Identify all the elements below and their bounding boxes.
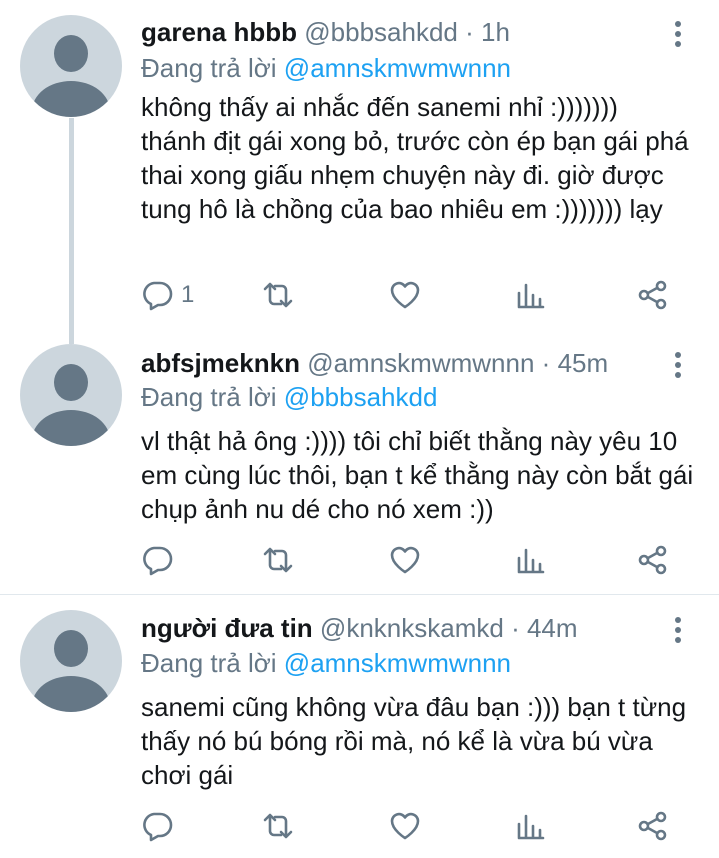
like-button[interactable] <box>389 808 421 844</box>
analytics-icon <box>517 283 545 309</box>
analytics-button[interactable] <box>515 277 547 313</box>
avatar-head-shape <box>54 630 88 667</box>
reply-icon <box>143 281 173 311</box>
tweet-header: người đưa tin @knknkskamkd · 44m <box>141 611 578 645</box>
separator-dot: · <box>511 613 520 643</box>
analytics-icon <box>517 548 545 574</box>
display-name[interactable]: người đưa tin <box>141 613 313 643</box>
separator-dot: · <box>465 17 474 47</box>
tweet-header: garena hbbb @bbbsahkdd · 1h <box>141 15 510 49</box>
avatar-body-shape <box>32 81 110 117</box>
tweet-header: abfsjmeknkn @amnskmwmwnnn · 45m <box>141 346 608 380</box>
reply-icon <box>143 546 173 576</box>
replying-mention[interactable]: @amnskmwmwnnn <box>284 648 511 678</box>
more-icon[interactable] <box>666 19 690 49</box>
tweet-1[interactable]: garena hbbb @bbbsahkdd · 1h Đang trả lời… <box>0 0 719 344</box>
action-bar <box>141 542 701 578</box>
like-button[interactable] <box>389 277 421 313</box>
retweet-icon <box>263 813 293 839</box>
analytics-button[interactable] <box>515 808 547 844</box>
timestamp[interactable]: 1h <box>481 17 510 47</box>
analytics-icon <box>517 814 545 840</box>
like-icon <box>390 546 420 574</box>
replying-to: Đang trả lời @bbbsahkdd <box>141 380 437 414</box>
timestamp[interactable]: 45m <box>558 348 609 378</box>
more-icon[interactable] <box>666 350 690 380</box>
username[interactable]: @amnskmwmwnnn <box>307 348 534 378</box>
more-icon[interactable] <box>666 615 690 645</box>
tweet-text: vl thật hả ông :)))) tôi chỉ biết thằng … <box>141 426 694 524</box>
retweet-icon <box>263 547 293 573</box>
replying-to: Đang trả lời @amnskmwmwnnn <box>141 51 511 85</box>
display-name[interactable]: garena hbbb <box>141 17 297 47</box>
replying-to: Đang trả lời @amnskmwmwnnn <box>141 646 511 680</box>
separator-dot: · <box>541 348 551 378</box>
reply-count: 1 <box>181 281 195 308</box>
username[interactable]: @knknkskamkd <box>320 613 504 643</box>
like-icon <box>390 281 420 309</box>
action-bar <box>141 808 701 844</box>
retweet-button[interactable] <box>262 277 294 313</box>
replying-prefix: Đang trả lời <box>141 382 277 412</box>
replying-mention[interactable]: @amnskmwmwnnn <box>284 53 511 83</box>
display-name[interactable]: abfsjmeknkn <box>141 348 300 378</box>
tweet-text: sanemi cũng không vừa đâu bạn :))) bạn t… <box>141 692 687 790</box>
share-button[interactable] <box>637 277 669 313</box>
retweet-icon <box>263 282 293 308</box>
reply-button[interactable] <box>141 542 181 578</box>
avatar[interactable] <box>20 344 122 446</box>
replying-prefix: Đang trả lời <box>141 53 277 83</box>
avatar[interactable] <box>20 610 122 712</box>
username[interactable]: @bbbsahkdd <box>304 17 458 47</box>
like-button[interactable] <box>389 542 421 578</box>
reply-icon <box>143 812 173 842</box>
replying-mention[interactable]: @bbbsahkdd <box>284 382 438 412</box>
retweet-button[interactable] <box>262 542 294 578</box>
share-icon <box>638 811 667 841</box>
share-icon <box>638 545 667 575</box>
avatar-head-shape <box>54 35 88 72</box>
reply-button[interactable] <box>141 808 181 844</box>
avatar-head-shape <box>54 364 88 401</box>
reply-button[interactable]: 1 <box>141 277 194 313</box>
thread-line <box>69 118 74 344</box>
tweet-2[interactable]: abfsjmeknkn @amnskmwmwnnn · 45m Đang trả… <box>0 340 719 592</box>
action-bar: 1 <box>141 277 701 313</box>
avatar-body-shape <box>32 410 110 446</box>
retweet-button[interactable] <box>262 808 294 844</box>
share-icon <box>638 280 667 310</box>
replying-prefix: Đang trả lời <box>141 648 277 678</box>
avatar[interactable] <box>20 15 122 117</box>
tweet-3[interactable]: người đưa tin @knknkskamkd · 44m Đang tr… <box>0 595 719 858</box>
share-button[interactable] <box>637 542 669 578</box>
share-button[interactable] <box>637 808 669 844</box>
analytics-button[interactable] <box>515 542 547 578</box>
like-icon <box>390 812 420 840</box>
avatar-body-shape <box>32 676 110 712</box>
tweet-text: không thấy ai nhắc đến sanemi nhỉ :)))))… <box>141 92 689 224</box>
timestamp[interactable]: 44m <box>527 613 578 643</box>
